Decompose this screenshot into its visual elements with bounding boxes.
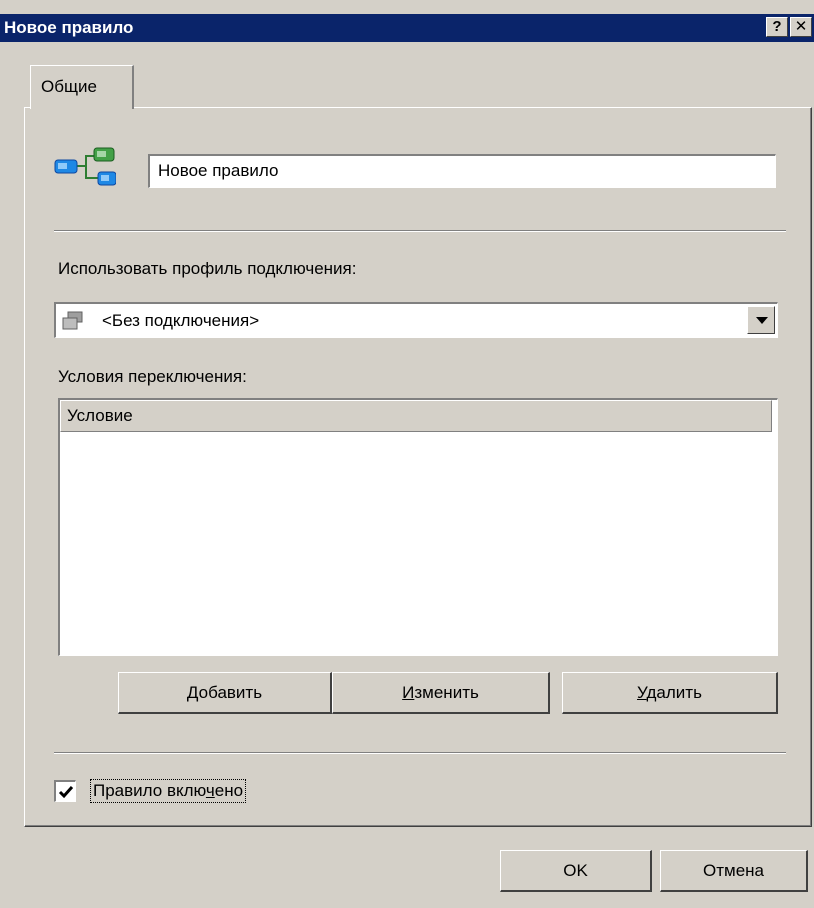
profile-label: Использовать профиль подключения: xyxy=(58,259,357,278)
tab-general[interactable]: Общие xyxy=(30,65,134,109)
rule-enabled-label[interactable]: Правило включено xyxy=(90,779,247,803)
rule-tree-icon xyxy=(54,147,116,186)
chevron-down-icon[interactable] xyxy=(747,306,775,334)
separator xyxy=(54,752,786,754)
delete-button[interactable]: Удалить xyxy=(562,672,778,714)
column-header-condition[interactable]: Условие xyxy=(60,400,772,432)
title-bar[interactable]: Новое правило ? ✕ xyxy=(0,14,814,42)
connection-icon xyxy=(62,311,83,330)
checkmark-icon xyxy=(58,786,74,799)
rule-name-input[interactable]: Новое правило xyxy=(148,154,776,188)
rule-enabled-checkbox[interactable] xyxy=(54,780,76,802)
edit-button[interactable]: Изменить xyxy=(332,672,550,714)
connection-profile-select[interactable]: <Без подключения> xyxy=(54,302,778,338)
new-rule-dialog: Новое правило ? ✕ Общие Новое правило Ис… xyxy=(0,0,814,908)
tab-general-label: Общие xyxy=(41,77,97,96)
conditions-list[interactable]: Условие xyxy=(58,398,778,656)
ok-button[interactable]: OK xyxy=(500,850,652,892)
cancel-button[interactable]: Отмена xyxy=(660,850,808,892)
connection-profile-value: <Без подключения> xyxy=(102,311,260,330)
window-title: Новое правило xyxy=(4,18,134,37)
separator xyxy=(54,230,786,232)
close-button[interactable]: ✕ xyxy=(790,17,812,37)
add-button[interactable]: Добавить xyxy=(118,672,332,714)
conditions-label: Условия переключения: xyxy=(58,367,247,386)
help-button[interactable]: ? xyxy=(766,17,788,37)
